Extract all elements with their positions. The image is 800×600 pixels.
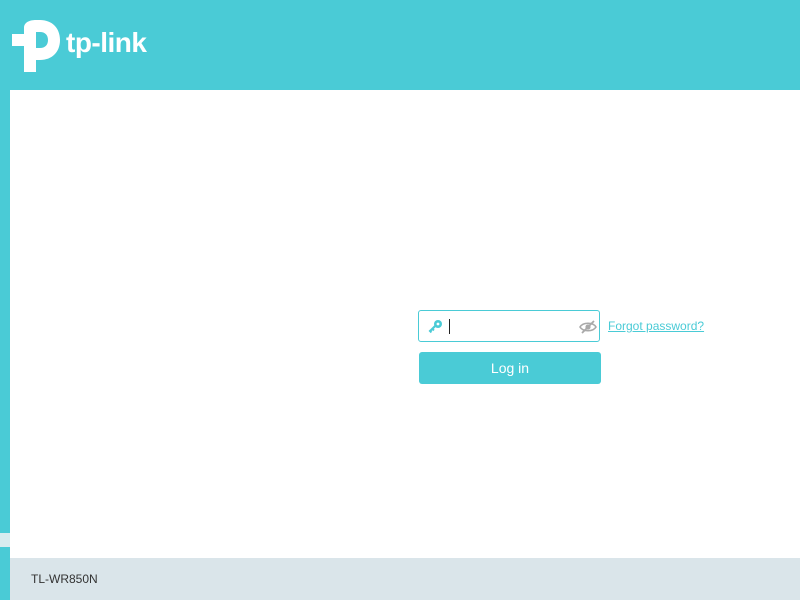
- header-bar: tp-link: [0, 0, 800, 90]
- password-field[interactable]: [418, 310, 600, 342]
- model-name: TL-WR850N: [31, 572, 98, 586]
- eye-slash-icon[interactable]: [579, 319, 597, 335]
- key-icon: [426, 318, 444, 336]
- password-input[interactable]: [449, 316, 575, 336]
- text-caret: [449, 319, 450, 334]
- tp-link-logo-icon: [12, 20, 60, 72]
- logo-text: tp-link: [66, 27, 147, 58]
- login-button[interactable]: Log in: [419, 352, 601, 384]
- tp-link-logo: tp-link: [10, 20, 147, 72]
- left-edge-strip: [0, 90, 10, 600]
- left-strip-notch: [0, 533, 10, 547]
- footer-bar: TL-WR850N: [10, 558, 800, 600]
- main-content: Forgot password? Log in: [10, 90, 800, 558]
- forgot-password-link[interactable]: Forgot password?: [608, 319, 704, 333]
